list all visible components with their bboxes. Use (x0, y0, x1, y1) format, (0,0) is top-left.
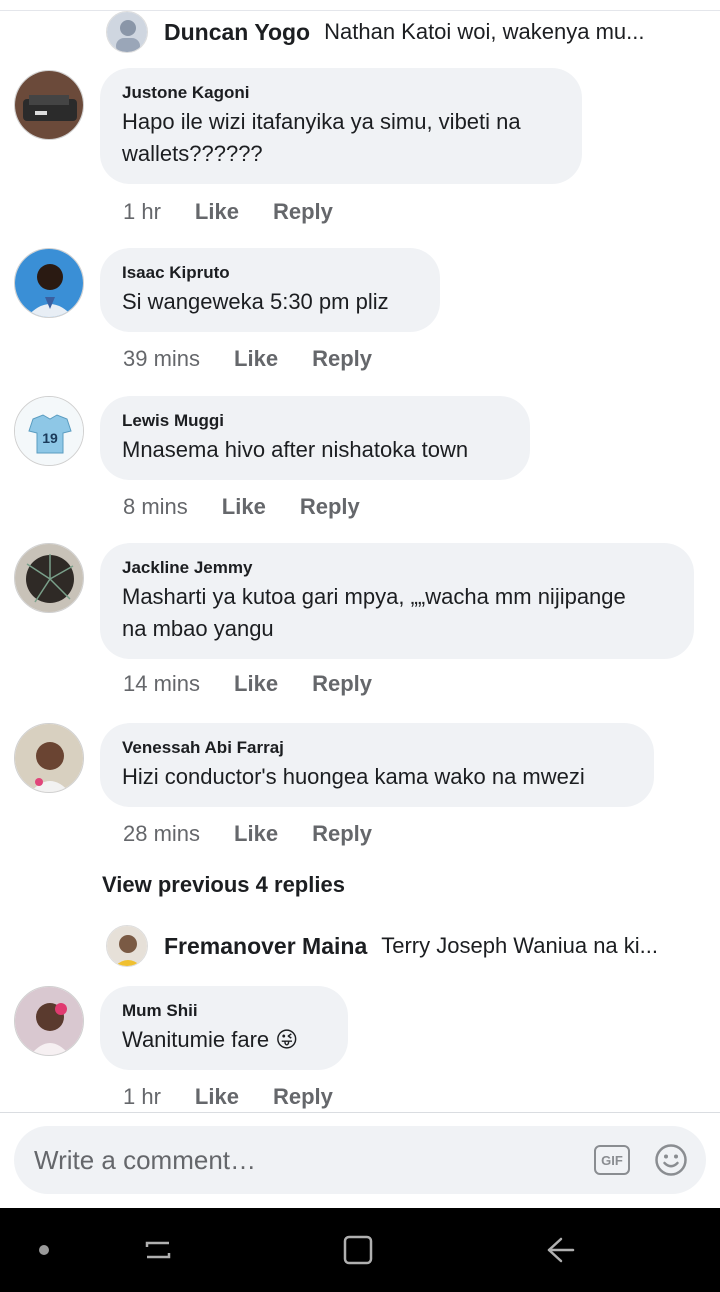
avatar[interactable] (14, 70, 84, 140)
like-button[interactable]: Like (222, 494, 266, 520)
comment-actions: 1 hr Like Reply (123, 1084, 333, 1110)
comment-text: Hizi conductor's huongea kama wako na mw… (122, 764, 585, 789)
comment-actions: 8 mins Like Reply (123, 494, 360, 520)
comment-time[interactable]: 8 mins (123, 494, 188, 520)
comment-time[interactable]: 14 mins (123, 671, 200, 697)
comment-author[interactable]: Mum Shii (122, 1000, 326, 1022)
reply-button[interactable]: Reply (273, 1084, 333, 1110)
comment-actions: 14 mins Like Reply (123, 671, 372, 697)
system-nav-bar (0, 1208, 720, 1292)
view-previous-replies-link[interactable]: View previous 4 replies (102, 872, 345, 898)
comment-time[interactable]: 1 hr (123, 1084, 161, 1110)
comment-actions: 28 mins Like Reply (123, 821, 372, 847)
preview-author[interactable]: Duncan Yogo (164, 19, 310, 46)
comment-time[interactable]: 28 mins (123, 821, 200, 847)
gif-icon[interactable]: GIF (594, 1145, 630, 1175)
reply-button[interactable]: Reply (312, 821, 372, 847)
reply-button[interactable]: Reply (300, 494, 360, 520)
comment-bubble[interactable]: Lewis Muggi Mnasema hivo after nishatoka… (100, 396, 530, 480)
comment-bubble[interactable]: Isaac Kipruto Si wangeweka 5:30 pm pliz (100, 248, 440, 332)
avatar[interactable]: 19 (14, 396, 84, 466)
comment-text: Wanitumie fare 😜 (122, 1027, 299, 1052)
comment-text: Si wangeweka 5:30 pm pliz (122, 289, 389, 314)
like-button[interactable]: Like (234, 821, 278, 847)
comment-bubble[interactable]: Mum Shii Wanitumie fare 😜 (100, 986, 348, 1070)
avatar[interactable] (14, 248, 84, 318)
comment-time[interactable]: 39 mins (123, 346, 200, 372)
comment-author[interactable]: Isaac Kipruto (122, 262, 418, 284)
composer-divider (0, 1112, 720, 1113)
comment-time[interactable]: 1 hr (123, 199, 161, 225)
avatar[interactable] (106, 925, 148, 967)
back-icon[interactable] (540, 1230, 580, 1270)
comment-text-line2: na mbao yangu (122, 616, 274, 641)
comment-input[interactable] (34, 1144, 594, 1176)
preview-text: Nathan Katoi woi, wakenya mu... (324, 19, 645, 44)
avatar[interactable] (14, 986, 84, 1056)
reply-button[interactable]: Reply (312, 671, 372, 697)
reply-preview-row[interactable]: Duncan Yogo Nathan Katoi woi, wakenya mu… (106, 10, 706, 54)
avatar[interactable] (14, 543, 84, 613)
comment-bubble[interactable]: Justone Kagoni Hapo ile wizi itafanyika … (100, 68, 582, 184)
comment-text: Mnasema hivo after nishatoka town (122, 437, 469, 462)
comment-text: Hapo ile wizi itafanyika ya simu, vibeti… (122, 109, 521, 134)
preview-author[interactable]: Fremanover Maina (164, 933, 367, 960)
like-button[interactable]: Like (234, 346, 278, 372)
comment-actions: 1 hr Like Reply (123, 199, 333, 225)
dot-icon[interactable] (24, 1230, 64, 1270)
home-icon[interactable] (338, 1230, 378, 1270)
avatar[interactable] (106, 11, 148, 53)
comment-author[interactable]: Justone Kagoni (122, 82, 560, 104)
svg-text:19: 19 (42, 430, 58, 446)
reply-button[interactable]: Reply (273, 199, 333, 225)
comment-actions: 39 mins Like Reply (123, 346, 372, 372)
preview-text: Terry Joseph Waniua na ki... (381, 933, 659, 958)
reply-preview-row[interactable]: Fremanover Maina Terry Joseph Waniua na … (106, 924, 706, 968)
comment-bubble[interactable]: Jackline Jemmy Masharti ya kutoa gari mp… (100, 543, 694, 659)
comment-author[interactable]: Lewis Muggi (122, 410, 508, 432)
reply-button[interactable]: Reply (312, 346, 372, 372)
comment-author[interactable]: Jackline Jemmy (122, 557, 672, 579)
comment-author[interactable]: Venessah Abi Farraj (122, 737, 632, 759)
recents-icon[interactable] (138, 1230, 178, 1270)
like-button[interactable]: Like (195, 199, 239, 225)
like-button[interactable]: Like (195, 1084, 239, 1110)
avatar[interactable] (14, 723, 84, 793)
comment-bubble[interactable]: Venessah Abi Farraj Hizi conductor's huo… (100, 723, 654, 807)
comment-text-line2: wallets?????? (122, 141, 263, 166)
like-button[interactable]: Like (234, 671, 278, 697)
comment-text: Masharti ya kutoa gari mpya, „„wacha mm … (122, 584, 626, 609)
emoji-icon[interactable] (654, 1143, 688, 1177)
comment-composer: GIF (14, 1126, 706, 1194)
